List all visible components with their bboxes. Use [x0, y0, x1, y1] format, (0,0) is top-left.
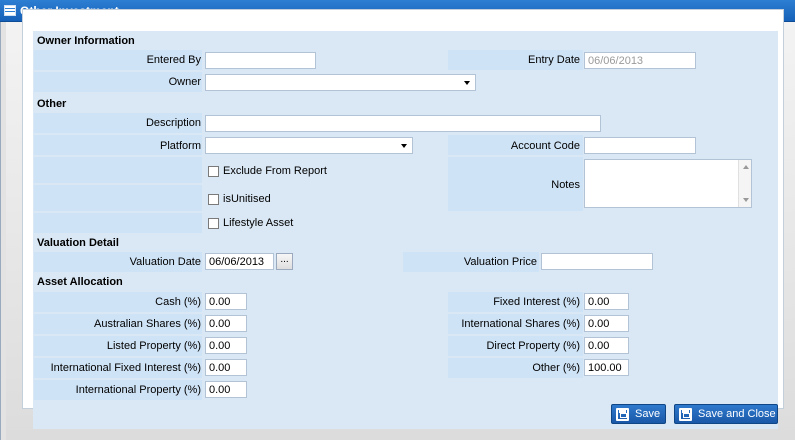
valuation-date-label: Valuation Date	[129, 256, 201, 268]
checkbox-box	[208, 165, 219, 177]
listed-property-label: Listed Property (%)	[106, 340, 201, 352]
entered-by-input[interactable]	[205, 52, 316, 69]
table-icon	[4, 5, 16, 16]
scroll-down-icon	[743, 198, 749, 202]
international-property-input[interactable]: 0.00	[205, 381, 247, 398]
checkbox-box	[208, 217, 219, 229]
international-fixed-interest-input[interactable]: 0.00	[205, 359, 247, 376]
international-fixed-interest-label: International Fixed Interest (%)	[50, 362, 201, 374]
account-code-label: Account Code	[510, 140, 580, 152]
exclude-from-report-label: Exclude From Report	[223, 165, 327, 177]
save-button[interactable]: Save	[611, 404, 666, 424]
allocation-heading: Asset Allocation	[37, 276, 123, 288]
fixed-interest-input[interactable]: 0.00	[584, 293, 629, 310]
other-heading: Other	[37, 98, 67, 110]
valuation-price-input[interactable]	[541, 253, 653, 270]
save-button-label: Save	[635, 408, 661, 420]
other-percent-input[interactable]: 100.00	[584, 359, 629, 376]
cell	[34, 213, 202, 233]
fixed-interest-label: Fixed Interest (%)	[493, 296, 580, 308]
platform-select[interactable]	[205, 137, 413, 154]
checkbox-box	[208, 193, 219, 205]
entry-date-label: Entry Date	[528, 54, 580, 66]
australian-shares-input[interactable]: 0.00	[205, 315, 247, 332]
date-picker-button[interactable]: ...	[276, 253, 293, 270]
floppy-disk-icon	[679, 407, 692, 421]
owner-info-heading: Owner Information	[37, 35, 135, 47]
owner-label: Owner	[168, 76, 201, 88]
lifestyle-asset-checkbox[interactable]: Lifestyle Asset	[208, 217, 293, 229]
international-shares-input[interactable]: 0.00	[584, 315, 629, 332]
save-and-close-button[interactable]: Save and Close	[674, 404, 778, 424]
notes-label: Notes	[551, 179, 580, 191]
lifestyle-asset-label: Lifestyle Asset	[223, 217, 294, 229]
isunitised-checkbox[interactable]: isUnitised	[208, 193, 271, 205]
notes-scrollbar[interactable]	[738, 160, 751, 207]
australian-shares-label: Australian Shares (%)	[94, 318, 201, 330]
cash-label: Cash (%)	[155, 296, 201, 308]
direct-property-input[interactable]: 0.00	[584, 337, 629, 354]
notes-textarea[interactable]	[584, 159, 752, 208]
valuation-price-label: Valuation Price	[463, 256, 537, 268]
save-and-close-button-label: Save and Close	[698, 408, 776, 420]
scroll-up-icon	[743, 165, 749, 169]
owner-select[interactable]	[205, 74, 476, 91]
international-property-label: International Property (%)	[75, 384, 201, 396]
international-shares-label: International Shares (%)	[461, 318, 580, 330]
floppy-disk-icon	[616, 407, 629, 421]
valuation-date-input[interactable]: 06/06/2013	[205, 253, 274, 270]
description-label: Description	[145, 117, 201, 129]
exclude-from-report-checkbox[interactable]: Exclude From Report	[208, 165, 327, 177]
platform-label: Platform	[160, 140, 201, 152]
isunitised-label: isUnitised	[223, 193, 271, 205]
account-code-input[interactable]	[584, 137, 696, 154]
entry-date-input[interactable]: 06/06/2013	[584, 52, 696, 69]
entered-by-label: Entered By	[146, 54, 201, 66]
direct-property-label: Direct Property (%)	[486, 340, 580, 352]
description-input[interactable]	[205, 115, 601, 132]
cash-input[interactable]: 0.00	[205, 293, 247, 310]
cell	[34, 185, 202, 211]
listed-property-input[interactable]: 0.00	[205, 337, 247, 354]
chevron-down-icon	[401, 144, 407, 148]
other-percent-label: Other (%)	[532, 362, 580, 374]
valuation-heading: Valuation Detail	[37, 237, 119, 249]
chevron-down-icon	[464, 81, 470, 85]
cell	[34, 157, 202, 183]
